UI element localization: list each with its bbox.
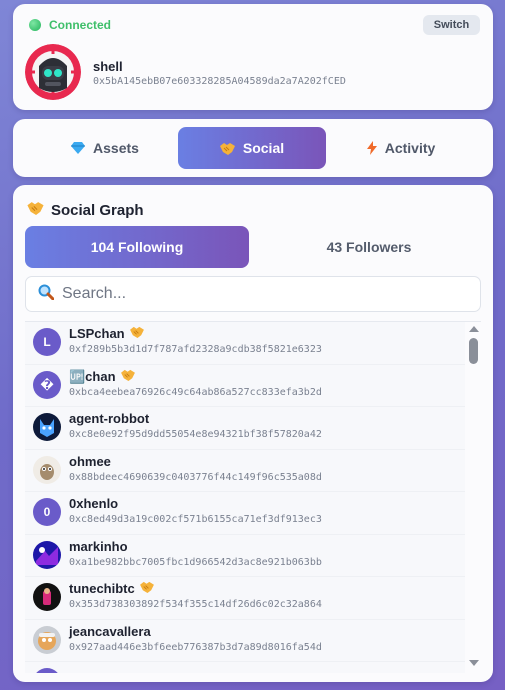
avatar <box>33 413 61 441</box>
scroll-up-icon[interactable] <box>469 326 479 332</box>
avatar: L <box>33 328 61 356</box>
following-toggle[interactable]: 104 Following <box>25 226 249 268</box>
username: shell <box>93 59 123 74</box>
user-address: 0x353d738303892f534f355c14df26d6c02c32a8… <box>69 599 322 610</box>
search-input[interactable] <box>62 285 442 303</box>
scroll-down-icon[interactable] <box>469 660 479 666</box>
avatar <box>33 583 61 611</box>
avatar <box>25 44 81 100</box>
handshake-icon <box>129 326 144 341</box>
switch-account-button[interactable]: Switch <box>423 15 480 35</box>
handshake-icon <box>27 201 44 219</box>
user-address: 0x88bdeec4690639c0403776f44c149f96c535a0… <box>69 471 322 483</box>
avatar <box>33 540 61 569</box>
user-name: agent-robbot <box>69 411 149 426</box>
user-address: 0xc8e0e92f95d9dd55054e8e94321bf38f57820a… <box>69 429 322 440</box>
tab-activity[interactable]: Activity <box>327 127 475 169</box>
connection-status: Connected <box>29 18 111 32</box>
user-name-label: jeancavallera <box>69 623 151 639</box>
avatar-initial: � <box>40 377 54 392</box>
social-graph-title: Social Graph <box>51 201 144 219</box>
user-name-label: tunechibtc <box>69 581 135 596</box>
user-name: jeancavallera <box>69 624 151 639</box>
avatar: � <box>33 370 61 399</box>
user-name: ohmee <box>69 454 111 469</box>
tab-assets-label: Assets <box>93 140 139 156</box>
user-name-label: ohmee <box>69 453 111 469</box>
list-item[interactable]: agent-robbot 0xc8e0e92f95d9dd55054e8e9432… <box>25 407 465 450</box>
followers-toggle[interactable]: 43 Followers <box>257 226 481 268</box>
user-name: tunechibtc <box>69 581 154 596</box>
list-item[interactable]: L LSPchan 0xf289b5b3d1d7f787afd2328a9cdb38… <box>25 322 465 365</box>
avatar-initial: 0 <box>43 505 51 519</box>
user-address: 0xc8ed49d3a19c002cf571b6155ca71ef3df913e… <box>69 514 322 525</box>
search-icon <box>38 284 55 305</box>
user-name: 0xhenlo <box>69 496 118 511</box>
user-address: 0x927aad446e3bf6eeb776387b3d7a89d8016fa5… <box>69 641 322 653</box>
user-name-label: agent-robbot <box>69 411 150 426</box>
user-name: 🆙chan <box>69 369 135 385</box>
list-item[interactable]: ohmee 0x88bdeec4690639c0403776f44c149f96c… <box>25 449 465 492</box>
search-box <box>25 276 481 312</box>
scrollbar[interactable] <box>467 322 481 673</box>
tab-assets[interactable]: Assets <box>31 127 179 169</box>
social-graph-heading: Social Graph <box>27 201 144 219</box>
user-name: markinho <box>69 539 128 554</box>
avatar <box>33 668 61 673</box>
status-dot-icon <box>29 19 41 31</box>
list-item[interactable]: 0 0xhenlo 0xc8ed49d3a19c002cf571b6155ca71e… <box>25 492 465 535</box>
user-address: 0xbca4eebea76926c49c64ab86a527cc833efa3b… <box>69 386 322 398</box>
user-name-label: 0xhenlo <box>69 496 119 511</box>
user-name-label: LSPchan <box>69 326 125 341</box>
user-address: 0xf289b5b3d1d7f787afd2328a9cdb38f5821e63… <box>69 344 322 355</box>
avatar <box>33 455 61 484</box>
list-item[interactable] <box>25 662 465 673</box>
handshake-icon <box>139 581 154 596</box>
account-card: Connected Switch shell 0x5bA145ebB07e603… <box>13 4 493 110</box>
user-name-label: 🆙chan <box>69 368 116 384</box>
list-item[interactable]: � 🆙chan 0xbca4eebea76926c49c64ab86a527cc83… <box>25 364 465 407</box>
wallet-address: 0x5bA145ebB07e603328285A04589da2a7A202fC… <box>93 76 346 87</box>
list-item[interactable]: tunechibtc 0x353d738303892f534f355c14df26… <box>25 577 465 620</box>
lightning-icon <box>366 141 377 155</box>
list-item[interactable]: markinho 0xa1be982bbc7005fbc1d966542d3ac8… <box>25 534 465 577</box>
scrollbar-thumb[interactable] <box>469 338 478 364</box>
tab-activity-label: Activity <box>384 140 436 156</box>
user-address: 0xa1be982bbc7005fbc1d966542d3ac8e921b063… <box>69 556 322 568</box>
list-item[interactable]: jeancavallera 0x927aad446e3bf6eeb776387b3… <box>25 619 465 662</box>
avatar-initial: L <box>43 335 51 349</box>
following-list[interactable]: L LSPchan 0xf289b5b3d1d7f787afd2328a9cdb38… <box>25 321 481 673</box>
main-tabs: Assets Social Activity <box>13 119 493 177</box>
handshake-icon <box>219 142 235 155</box>
user-name-label: markinho <box>69 538 128 554</box>
avatar: 0 <box>33 498 61 526</box>
user-name: LSPchan <box>69 326 144 341</box>
tab-social-label: Social <box>242 140 285 156</box>
connection-status-label: Connected <box>49 18 112 32</box>
handshake-icon <box>120 369 135 384</box>
diamond-icon <box>71 142 86 154</box>
avatar <box>33 625 61 654</box>
tab-social[interactable]: Social <box>178 127 326 169</box>
social-graph-panel: Social Graph 104 Following 43 Followers … <box>13 185 493 682</box>
